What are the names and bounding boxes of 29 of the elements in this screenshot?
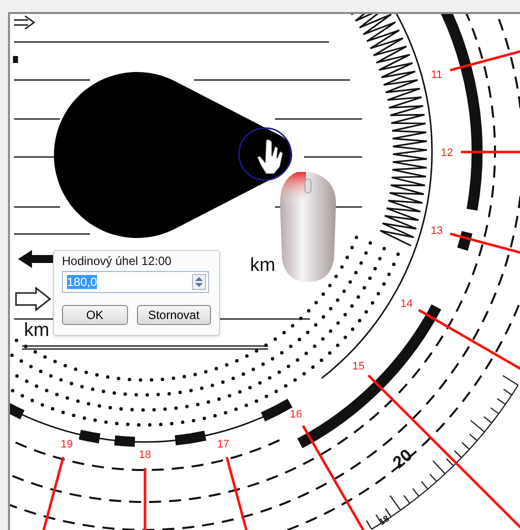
hour-label: 17: [217, 438, 230, 451]
activity-block: [174, 430, 206, 446]
activity-block: [260, 398, 292, 422]
ok-button[interactable]: OK: [62, 305, 128, 325]
hour-label: 11: [431, 68, 442, 81]
dialog-title: Hodinový úhel 12:00: [62, 253, 172, 269]
km-label: km: [250, 255, 276, 276]
double-arrow-icon: [13, 15, 36, 30]
hour-label: 18: [138, 449, 152, 461]
marker-square: [13, 56, 18, 63]
hour-label: 14: [400, 298, 413, 310]
left-arrow-icon: [18, 250, 54, 268]
input-value: 180,0: [67, 275, 98, 289]
hour-line: [461, 150, 520, 154]
hour-label: 13: [430, 225, 443, 238]
activity-block: [78, 430, 100, 444]
cursor-ring: [238, 127, 292, 181]
hour-line: [144, 468, 146, 530]
spinner-icon[interactable]: [192, 274, 206, 290]
km-label: km: [24, 320, 50, 341]
hour-label: 19: [60, 438, 73, 451]
hand-cursor-icon: [256, 138, 284, 174]
cancel-button[interactable]: Stornovat: [136, 305, 211, 325]
hour-label: 15: [352, 360, 365, 372]
activity-block: [114, 435, 136, 447]
hour-label: 12: [440, 147, 454, 159]
hour-label: 16: [290, 408, 302, 420]
right-arrow-icon: [15, 286, 52, 312]
scale-label: 18: [377, 513, 391, 528]
